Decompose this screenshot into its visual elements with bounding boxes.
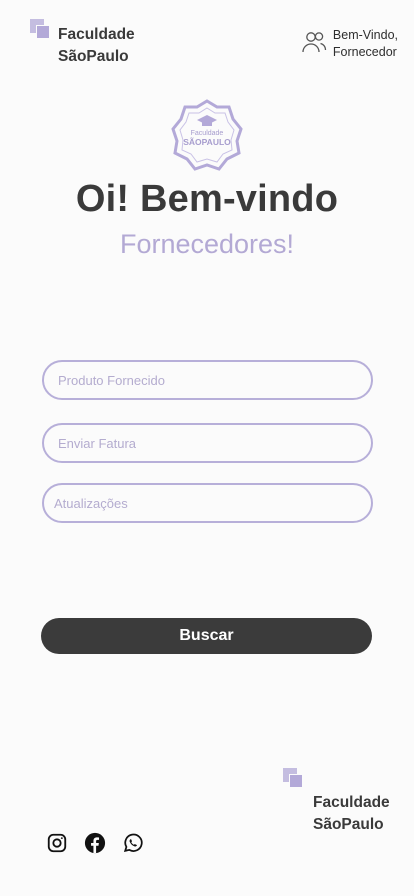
seal-line2: SÃOPAULO — [183, 137, 231, 147]
university-seal-logo: Faculdade SÃOPAULO — [171, 99, 243, 171]
produto-fornecido-input[interactable] — [42, 360, 373, 400]
footer-brand-line2: SãoPaulo — [313, 816, 384, 833]
instagram-icon[interactable] — [46, 832, 68, 854]
user-greeting[interactable]: Bem-Vindo, Fornecedor — [301, 27, 398, 61]
brand-name-line1: Faculdade — [58, 26, 135, 43]
brand-logo-icon — [30, 19, 54, 43]
welcome-subtitle: Fornecedores! — [119, 229, 295, 259]
facebook-icon[interactable] — [84, 832, 106, 854]
user-greeting-line1: Bem-Vindo, — [332, 28, 398, 42]
users-icon — [302, 32, 327, 53]
brand-name: Faculdade SãoPaulo — [58, 24, 135, 68]
footer-brand-logo-icon — [283, 768, 307, 792]
whatsapp-icon[interactable] — [122, 832, 144, 854]
brand-name-line2: SãoPaulo — [58, 48, 129, 65]
atualizacoes-input[interactable] — [42, 483, 373, 523]
buscar-button[interactable]: Buscar — [41, 618, 372, 654]
footer-brand[interactable]: Faculdade SãoPaulo — [283, 768, 390, 833]
enviar-fatura-input[interactable] — [42, 423, 373, 463]
footer-brand-name: Faculdade SãoPaulo — [313, 792, 390, 836]
seal-line1: Faculdade — [191, 130, 224, 137]
social-links — [46, 832, 144, 854]
welcome-title: Oi! Bem-vindo — [75, 178, 339, 220]
footer-brand-line1: Faculdade — [313, 794, 390, 811]
user-greeting-line2: Fornecedor — [332, 45, 397, 59]
header-brand[interactable]: Faculdade SãoPaulo — [30, 19, 135, 68]
